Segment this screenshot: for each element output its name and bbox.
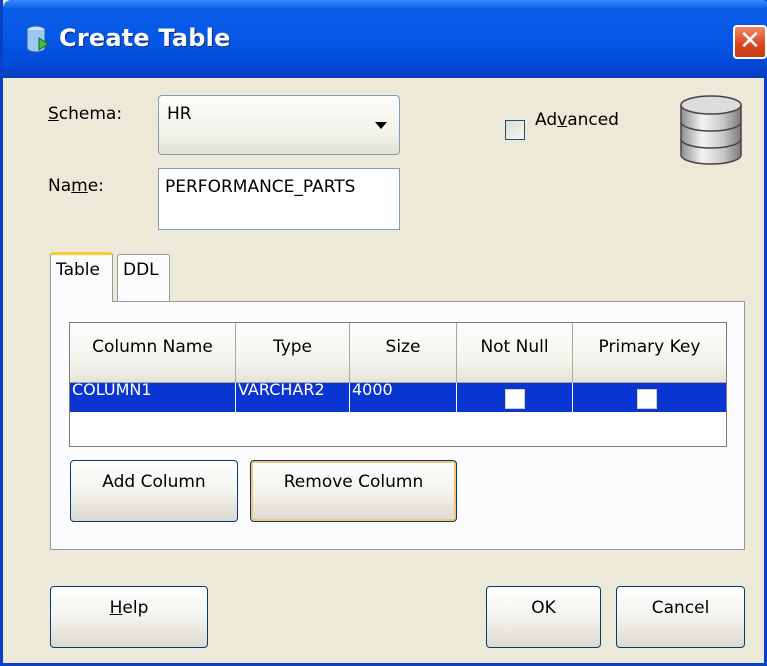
cancel-button[interactable]: Cancel	[616, 586, 745, 648]
help-button[interactable]: Help	[50, 586, 208, 648]
column-header-type[interactable]: Type	[236, 323, 350, 383]
add-column-button[interactable]: Add Column	[70, 460, 238, 522]
tab-table-label: Table	[56, 260, 100, 280]
cell-primary-key	[573, 383, 726, 412]
cell-size[interactable]: 4000	[350, 383, 457, 412]
dialog-title: Create Table	[59, 24, 231, 52]
primary-key-checkbox[interactable]	[637, 389, 657, 409]
tab-ddl[interactable]: DDL	[117, 254, 170, 302]
column-header-not-null[interactable]: Not Null	[457, 323, 573, 383]
close-button[interactable]: ✕	[733, 25, 767, 59]
database-icon	[680, 95, 742, 165]
column-header-size[interactable]: Size	[350, 323, 457, 383]
table-row[interactable]: COLUMN1 VARCHAR2 4000	[70, 383, 726, 412]
column-header-name[interactable]: Column Name	[70, 323, 236, 383]
table-name-value: PERFORMANCE_PARTS	[165, 177, 356, 197]
schema-dropdown[interactable]: HR	[158, 95, 400, 155]
advanced-label: Advanced	[535, 110, 619, 130]
ok-button[interactable]: OK	[486, 586, 601, 648]
name-label: Name:	[48, 176, 104, 196]
cell-column-name[interactable]: COLUMN1	[70, 383, 236, 412]
schema-label: Schema:	[48, 104, 123, 124]
not-null-checkbox[interactable]	[505, 389, 525, 409]
columns-table: Column Name Type Size Not Null Primary K…	[69, 322, 727, 447]
dropdown-arrow-icon	[375, 122, 387, 129]
table-name-field[interactable]: PERFORMANCE_PARTS	[158, 168, 400, 230]
cell-not-null	[457, 383, 573, 412]
database-table-icon	[26, 25, 49, 53]
advanced-checkbox[interactable]	[505, 120, 525, 140]
remove-column-button[interactable]: Remove Column	[250, 460, 457, 522]
schema-value: HR	[167, 104, 192, 124]
tab-ddl-label: DDL	[123, 260, 159, 280]
tab-table[interactable]: Table	[50, 252, 113, 302]
create-table-dialog: Create Table ✕ Schema: HR Name: PERFORMA…	[0, 0, 767, 666]
cell-type[interactable]: VARCHAR2	[236, 383, 350, 412]
column-header-primary-key[interactable]: Primary Key	[573, 323, 726, 383]
title-bar[interactable]: Create Table ✕	[3, 0, 767, 78]
